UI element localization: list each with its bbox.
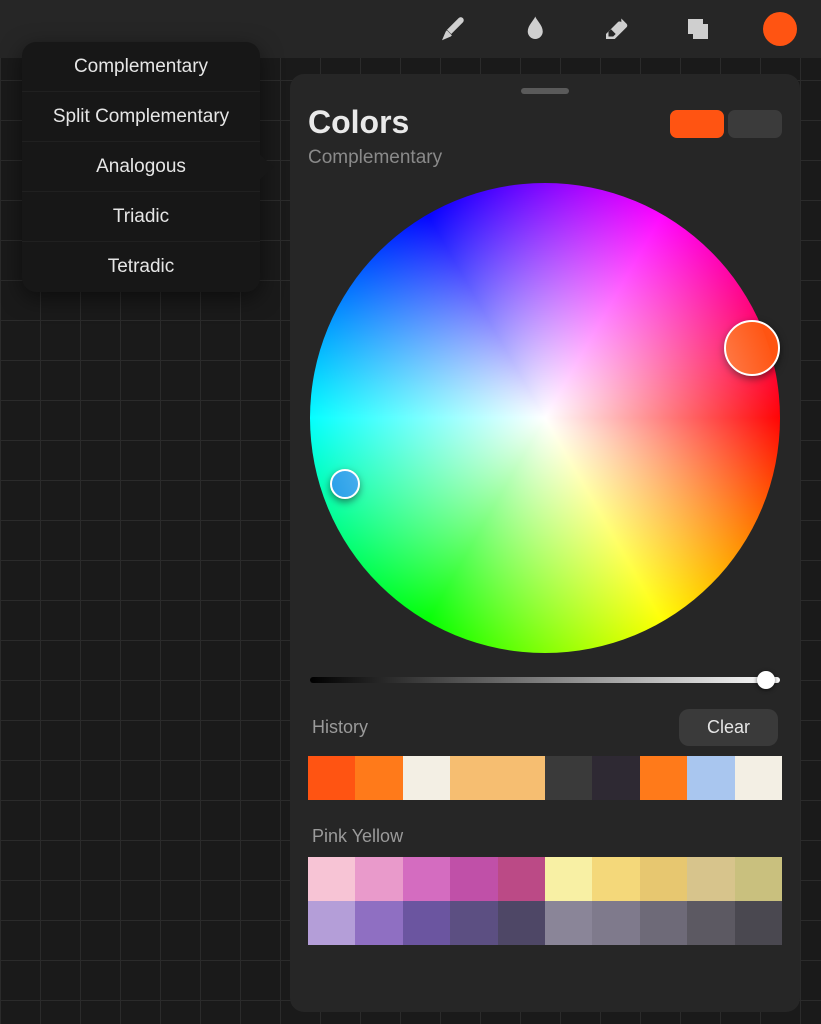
- current-color-dot[interactable]: [763, 12, 797, 46]
- primary-swatch[interactable]: [670, 110, 724, 138]
- history-swatch[interactable]: [450, 756, 497, 800]
- palette-swatch[interactable]: [450, 857, 497, 901]
- harmony-item-tetradic[interactable]: Tetradic: [22, 242, 260, 292]
- history-swatches: [308, 756, 782, 800]
- palette-swatch[interactable]: [640, 901, 687, 945]
- color-wheel-container: [310, 183, 780, 653]
- history-swatch[interactable]: [545, 756, 592, 800]
- panel-drag-handle[interactable]: [521, 88, 569, 94]
- history-label: History: [312, 717, 368, 738]
- harmony-item-complementary[interactable]: Complementary: [22, 42, 260, 92]
- wheel-handle-secondary[interactable]: [330, 469, 360, 499]
- palette-grid: [308, 857, 782, 945]
- palette-swatch[interactable]: [498, 901, 545, 945]
- palette-swatch[interactable]: [498, 857, 545, 901]
- colors-panel: Colors Complementary History Clear Pink …: [290, 74, 800, 1012]
- smudge-icon[interactable]: [517, 12, 551, 46]
- harmony-item-split-complementary[interactable]: Split Complementary: [22, 92, 260, 142]
- history-swatch[interactable]: [735, 756, 782, 800]
- palette-swatch[interactable]: [355, 901, 402, 945]
- history-swatch[interactable]: [498, 756, 545, 800]
- history-swatch[interactable]: [403, 756, 450, 800]
- brightness-thumb[interactable]: [757, 671, 775, 689]
- palette-swatch[interactable]: [450, 901, 497, 945]
- palette-name: Pink Yellow: [312, 826, 403, 847]
- palette-swatch[interactable]: [355, 857, 402, 901]
- harmony-item-analogous[interactable]: Analogous: [22, 142, 260, 192]
- history-section: History Clear: [308, 709, 782, 800]
- history-swatch[interactable]: [640, 756, 687, 800]
- panel-header: Colors Complementary: [308, 104, 782, 169]
- secondary-swatch[interactable]: [728, 110, 782, 138]
- panel-title: Colors: [308, 104, 442, 141]
- wheel-handle-primary[interactable]: [724, 320, 780, 376]
- color-wheel[interactable]: [310, 183, 780, 653]
- palette-swatch[interactable]: [545, 857, 592, 901]
- palette-swatch[interactable]: [403, 857, 450, 901]
- palette-section: Pink Yellow: [308, 826, 782, 945]
- brush-icon[interactable]: [435, 12, 469, 46]
- palette-swatch[interactable]: [735, 901, 782, 945]
- palette-swatch[interactable]: [545, 901, 592, 945]
- brightness-slider[interactable]: [310, 677, 780, 683]
- history-swatch[interactable]: [308, 756, 355, 800]
- palette-swatch[interactable]: [308, 901, 355, 945]
- palette-swatch[interactable]: [308, 857, 355, 901]
- history-swatch[interactable]: [687, 756, 734, 800]
- palette-swatch[interactable]: [403, 901, 450, 945]
- history-swatch[interactable]: [355, 756, 402, 800]
- palette-swatch[interactable]: [640, 857, 687, 901]
- layers-icon[interactable]: [681, 12, 715, 46]
- palette-swatch[interactable]: [687, 857, 734, 901]
- eraser-icon[interactable]: [599, 12, 633, 46]
- palette-swatch[interactable]: [687, 901, 734, 945]
- harmony-item-triadic[interactable]: Triadic: [22, 192, 260, 242]
- clear-history-button[interactable]: Clear: [679, 709, 778, 746]
- history-swatch[interactable]: [592, 756, 639, 800]
- palette-swatch[interactable]: [592, 857, 639, 901]
- panel-subtitle[interactable]: Complementary: [308, 147, 442, 169]
- color-pair: [670, 110, 782, 138]
- harmony-menu: ComplementarySplit ComplementaryAnalogou…: [22, 42, 260, 292]
- palette-swatch[interactable]: [592, 901, 639, 945]
- palette-swatch[interactable]: [735, 857, 782, 901]
